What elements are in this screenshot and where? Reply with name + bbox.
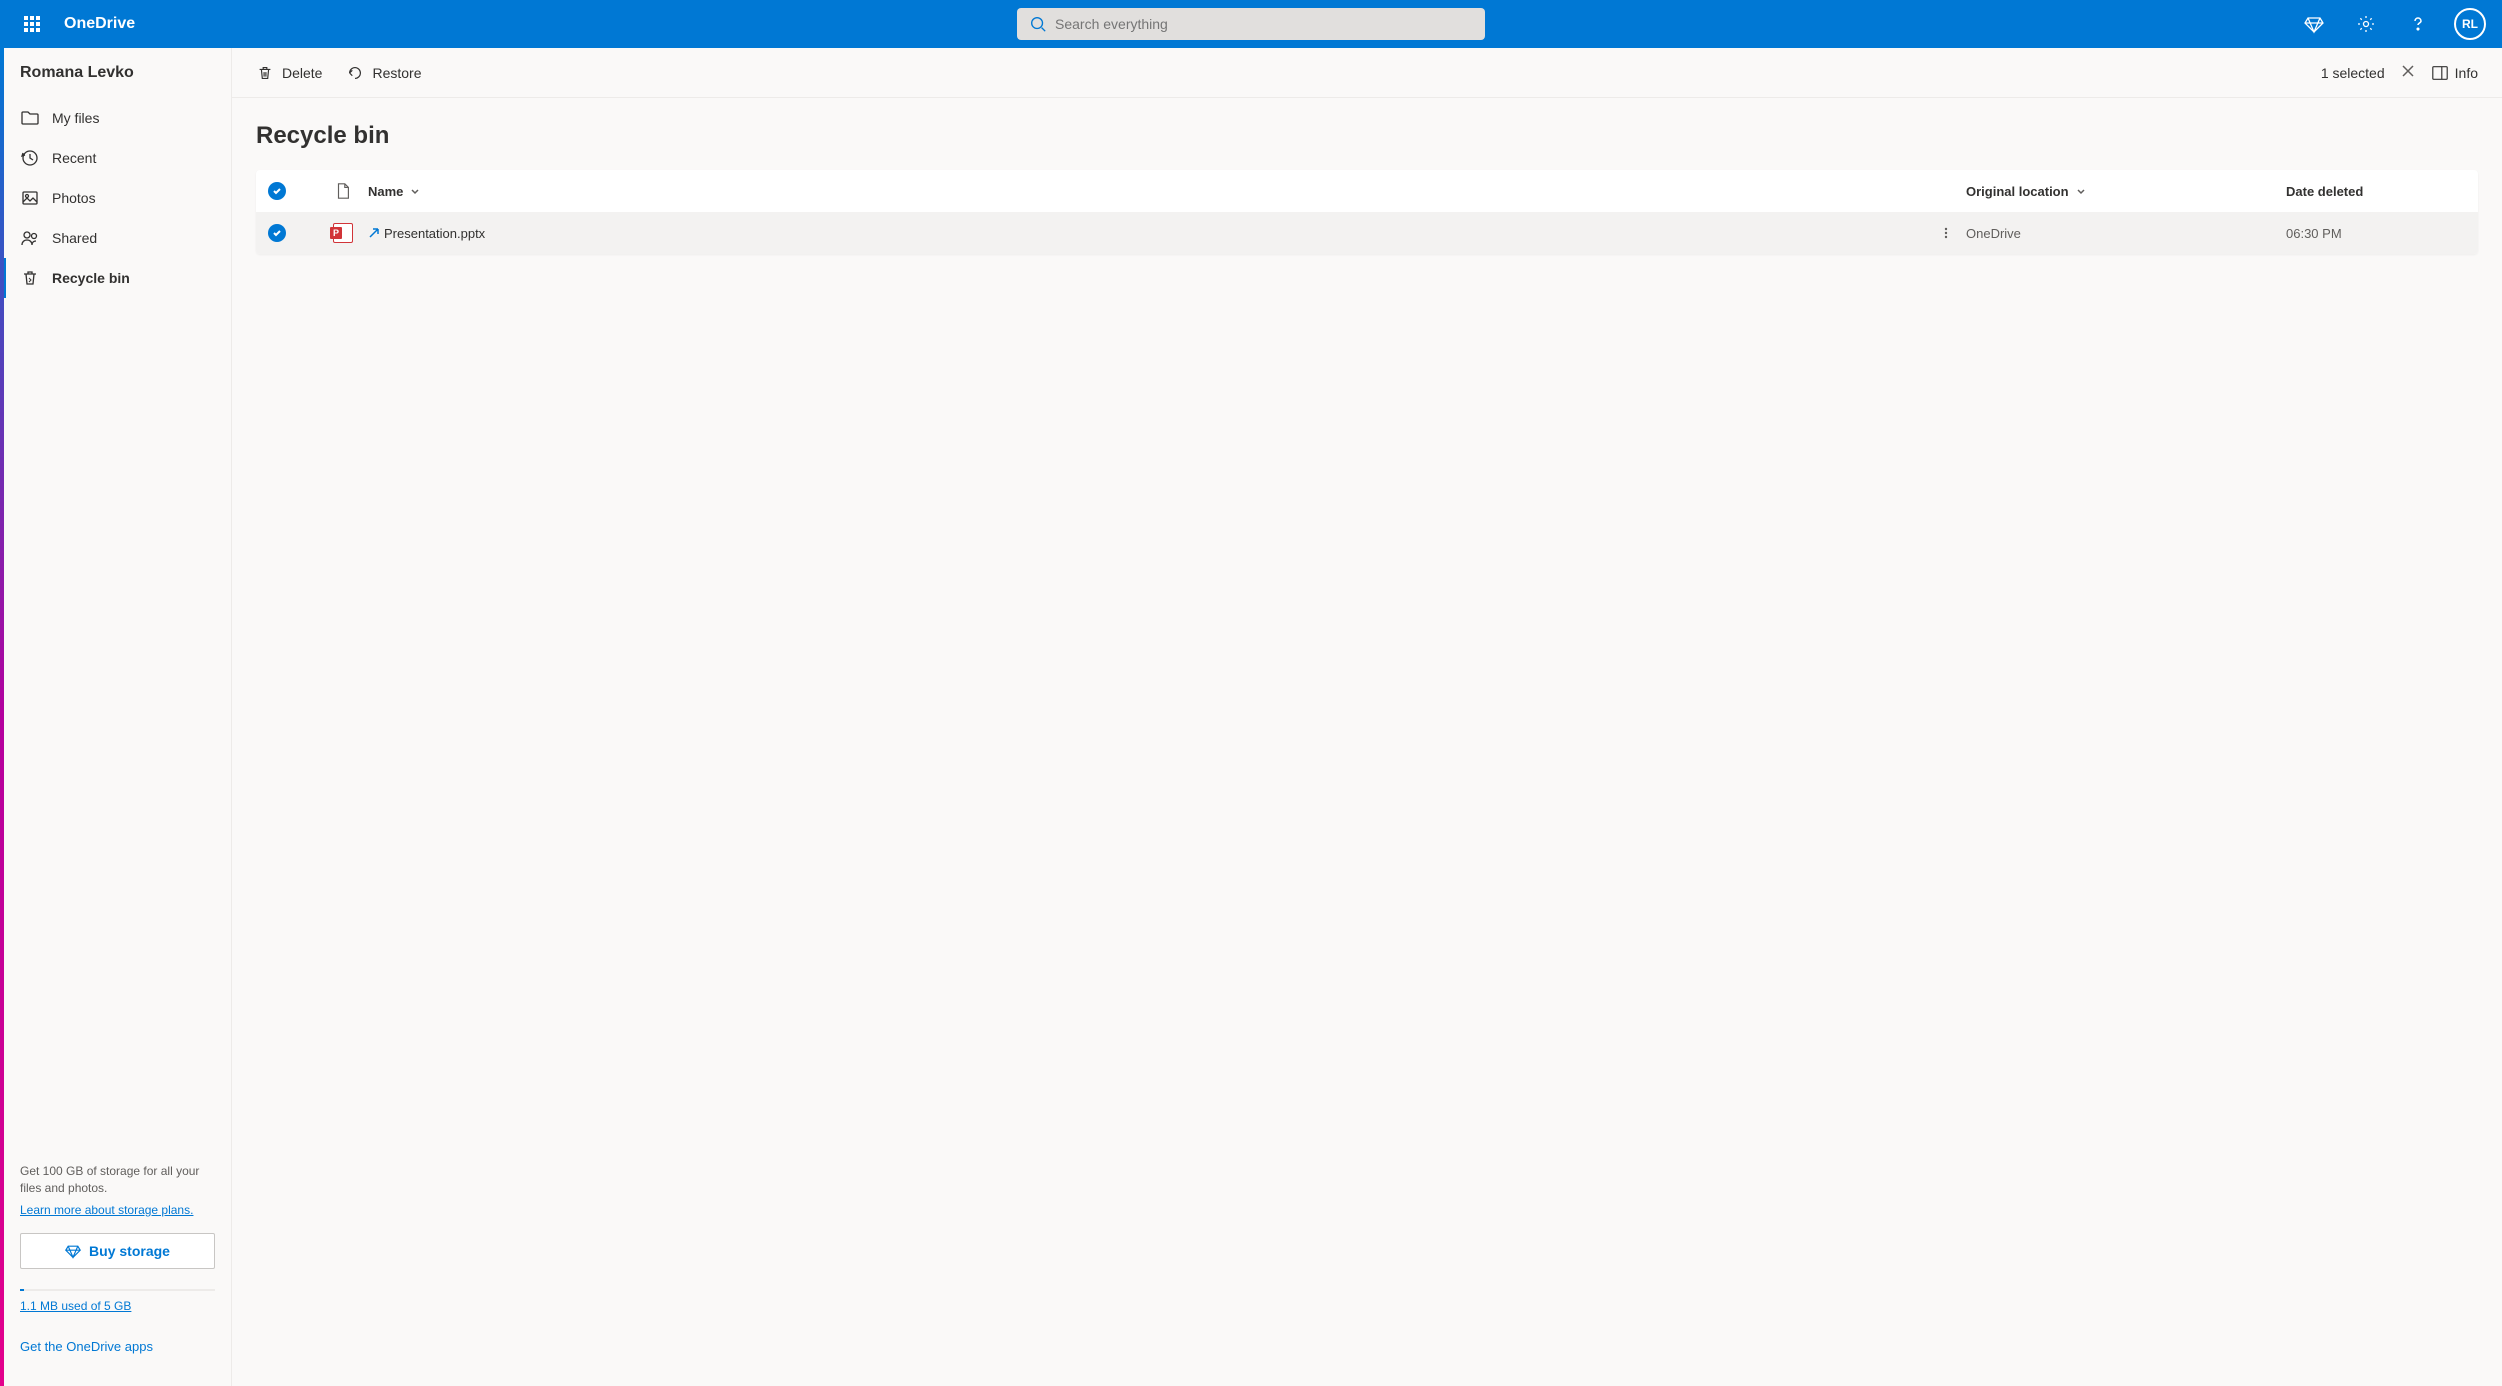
- nav-photos[interactable]: Photos: [4, 178, 231, 218]
- chevron-down-icon: [2075, 185, 2087, 197]
- check-icon: [272, 228, 282, 238]
- chevron-down-icon: [409, 185, 421, 197]
- nav-list: My files Recent Photos Shared Recycle bi…: [4, 98, 231, 298]
- diamond-icon: [2304, 14, 2324, 34]
- storage-bar: [20, 1289, 215, 1291]
- nav-recycle-bin[interactable]: Recycle bin: [4, 258, 231, 298]
- nav-recent[interactable]: Recent: [4, 138, 231, 178]
- row-more-button[interactable]: [1926, 212, 1966, 254]
- close-icon: [2401, 64, 2415, 78]
- document-icon: [334, 182, 352, 200]
- location-cell: OneDrive: [1966, 226, 2286, 241]
- nav-label: Shared: [52, 230, 97, 246]
- file-name: Presentation.pptx: [384, 226, 485, 241]
- get-apps-link[interactable]: Get the OneDrive apps: [20, 1339, 215, 1354]
- powerpoint-icon: [333, 223, 353, 243]
- table-header-row: Name Original location Date deleted: [256, 170, 2478, 212]
- sidebar: Romana Levko My files Recent Photos Shar…: [4, 48, 232, 1386]
- premium-button[interactable]: [2290, 0, 2338, 48]
- nav-my-files[interactable]: My files: [4, 98, 231, 138]
- nav-label: Recycle bin: [52, 270, 130, 286]
- gear-icon: [2356, 14, 2376, 34]
- delete-label: Delete: [282, 65, 322, 81]
- check-icon: [272, 186, 282, 196]
- main-content: Delete Restore 1 selected Info Recycle b…: [232, 48, 2502, 1386]
- file-type-header[interactable]: [318, 182, 368, 200]
- row-checkbox[interactable]: [268, 224, 286, 242]
- delete-button[interactable]: Delete: [256, 64, 322, 82]
- storage-learn-more-link[interactable]: Learn more about storage plans.: [20, 1203, 193, 1217]
- folder-icon: [20, 108, 40, 128]
- app-header: OneDrive RL: [0, 0, 2502, 48]
- select-all-checkbox[interactable]: [268, 182, 286, 200]
- nav-label: My files: [52, 110, 99, 126]
- nav-label: Photos: [52, 190, 96, 206]
- command-bar: Delete Restore 1 selected Info: [232, 48, 2502, 98]
- file-type-cell: [318, 223, 368, 243]
- storage-promo-text: Get 100 GB of storage for all your files…: [20, 1163, 215, 1197]
- buy-storage-button[interactable]: Buy storage: [20, 1233, 215, 1269]
- deleted-cell: 06:30 PM: [2286, 226, 2466, 241]
- column-location-label: Original location: [1966, 184, 2069, 199]
- restore-label: Restore: [372, 65, 421, 81]
- people-icon: [20, 228, 40, 248]
- clear-selection-button[interactable]: [2401, 62, 2415, 83]
- storage-used-link[interactable]: 1.1 MB used of 5 GB: [20, 1299, 131, 1313]
- settings-button[interactable]: [2342, 0, 2390, 48]
- brand-label[interactable]: OneDrive: [64, 15, 135, 33]
- sidebar-user-name: Romana Levko: [4, 64, 231, 98]
- file-name-cell[interactable]: Presentation.pptx: [368, 226, 1926, 241]
- more-vertical-icon: [1939, 226, 1953, 240]
- info-panel-icon: [2431, 64, 2449, 82]
- shortcut-icon: [368, 227, 380, 239]
- info-button[interactable]: Info: [2431, 64, 2478, 82]
- row-select-cell[interactable]: [268, 224, 318, 242]
- diamond-icon: [65, 1243, 81, 1259]
- info-label: Info: [2455, 65, 2478, 81]
- app-launcher-button[interactable]: [8, 0, 56, 48]
- buy-storage-label: Buy storage: [89, 1243, 170, 1259]
- search-icon: [1029, 15, 1047, 33]
- header-actions: RL: [2290, 0, 2494, 48]
- file-table: Name Original location Date deleted: [256, 170, 2478, 254]
- photo-icon: [20, 188, 40, 208]
- help-button[interactable]: [2394, 0, 2442, 48]
- restore-button[interactable]: Restore: [346, 64, 421, 82]
- trash-icon: [256, 64, 274, 82]
- select-all-cell[interactable]: [268, 182, 318, 200]
- column-date-deleted[interactable]: Date deleted: [2286, 184, 2466, 199]
- column-name-label: Name: [368, 184, 403, 199]
- recycle-icon: [20, 268, 40, 288]
- clock-icon: [20, 148, 40, 168]
- search-box[interactable]: [1017, 8, 1485, 40]
- selection-count: 1 selected: [2321, 65, 2385, 81]
- nav-shared[interactable]: Shared: [4, 218, 231, 258]
- nav-label: Recent: [52, 150, 96, 166]
- user-avatar[interactable]: RL: [2454, 8, 2486, 40]
- waffle-icon: [24, 16, 40, 32]
- undo-icon: [346, 64, 364, 82]
- column-deleted-label: Date deleted: [2286, 184, 2363, 199]
- table-row[interactable]: Presentation.pptx OneDrive 06:30 PM: [256, 212, 2478, 254]
- page-title: Recycle bin: [232, 98, 2502, 170]
- column-name[interactable]: Name: [368, 184, 1926, 199]
- search-input[interactable]: [1055, 16, 1473, 32]
- help-icon: [2408, 14, 2428, 34]
- column-location[interactable]: Original location: [1966, 184, 2286, 199]
